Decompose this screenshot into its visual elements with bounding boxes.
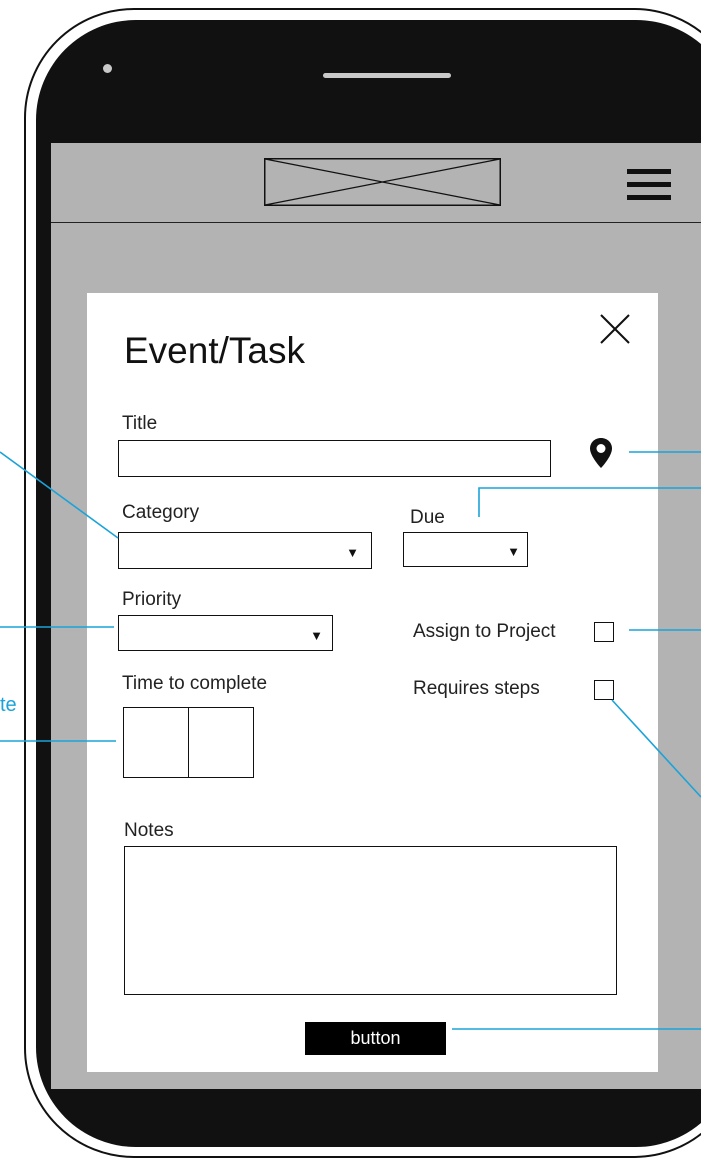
notes-label: Notes [124,820,174,841]
requires-steps-checkbox[interactable] [594,680,614,700]
chevron-down-icon: ▼ [310,628,323,643]
requires-steps-label: Requires steps [413,678,540,699]
category-label: Category [122,502,200,523]
image-placeholder-icon [264,158,501,206]
modal-title: Event/Task [124,330,305,371]
camera-dot [103,64,112,73]
close-icon[interactable] [598,312,632,346]
annotation-text-fragment: te [0,694,17,716]
chevron-down-icon: ▼ [507,544,520,559]
chevron-down-icon: ▼ [346,545,359,560]
hamburger-menu-icon[interactable] [627,169,671,201]
due-label: Due [410,507,445,528]
due-select[interactable]: ▼ [403,532,528,567]
priority-label: Priority [122,589,182,610]
notes-textarea[interactable] [124,846,617,995]
time-hours-input[interactable] [123,707,190,778]
speaker-slot [323,73,451,78]
title-label: Title [122,413,158,434]
time-to-complete-label: Time to complete [122,673,268,694]
submit-button[interactable]: button [305,1022,446,1055]
category-select[interactable]: ▼ [118,532,372,569]
priority-select[interactable]: ▼ [118,615,333,651]
map-pin-icon[interactable] [589,437,613,469]
wireframe-canvas: Event/Task Title Category ▼ Due ▼ Priori… [0,0,701,1164]
assign-project-checkbox[interactable] [594,622,614,642]
time-minutes-input[interactable] [188,707,254,778]
title-input[interactable] [118,440,551,477]
assign-project-label: Assign to Project [413,621,556,642]
